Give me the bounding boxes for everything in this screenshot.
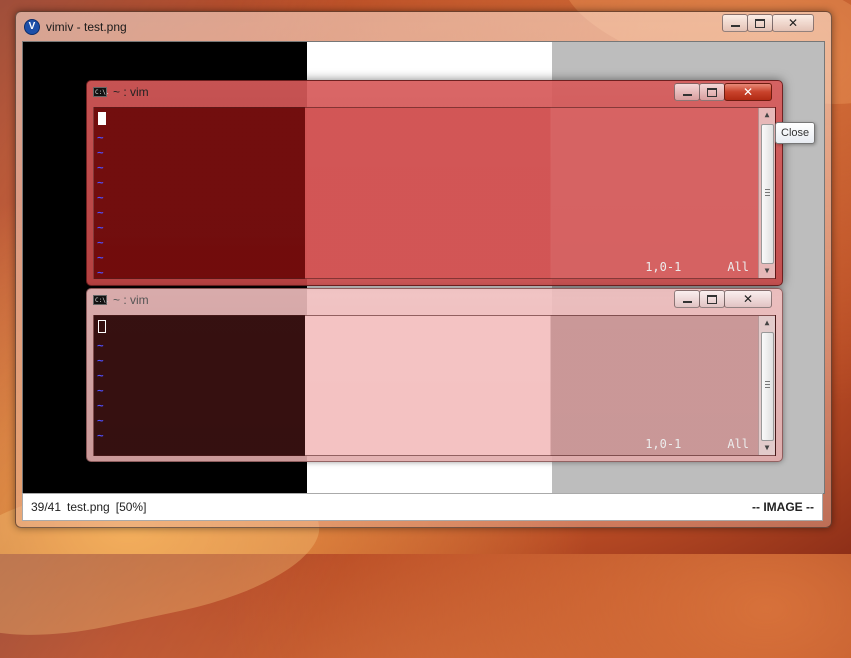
tilde-marker: ~ [97, 369, 104, 382]
cursor-position: 1,0-1 [645, 260, 682, 274]
console-titlebar: C:\. ~ : vim [93, 85, 149, 99]
terminal-area[interactable]: ~ ~ ~ ~ ~ ~ ~ ~ ~ ~ 1,0-1 All ▲ ▼ [93, 107, 776, 279]
maximize-button[interactable] [699, 290, 725, 308]
scroll-up-arrow-icon[interactable]: ▲ [759, 108, 775, 122]
tilde-marker: ~ [97, 176, 104, 189]
maximize-icon [755, 18, 765, 28]
mode-indicator: -- IMAGE -- [752, 500, 814, 514]
terminal-area[interactable]: ~ ~ ~ ~ ~ ~ ~ 1,0-1 All ▲ ▼ [93, 315, 776, 456]
grip-line [765, 192, 770, 193]
tilde-marker: ~ [97, 399, 104, 412]
window-titlebar: V vimiv - test.png [24, 18, 127, 36]
maximize-button[interactable] [747, 14, 773, 32]
close-button[interactable]: ✕ [724, 290, 772, 308]
scroll-up-arrow-icon[interactable]: ▲ [759, 316, 775, 330]
console-window-active: C:\. ~ : vim ✕ ~ ~ ~ ~ ~ ~ ~ ~ ~ ~ 1,0-1… [86, 80, 783, 286]
window-title: vimiv - test.png [46, 20, 127, 34]
tilde-marker: ~ [97, 266, 104, 279]
close-icon: ✕ [787, 16, 799, 30]
grip-line [765, 384, 770, 385]
minimize-button[interactable] [674, 290, 700, 308]
scrollbar-thumb[interactable] [761, 124, 774, 264]
text-cursor [98, 320, 106, 333]
console-titlebar: C:\. ~ : vim [93, 293, 149, 307]
console-window-controls: ✕ [674, 290, 772, 308]
maximize-icon [707, 294, 717, 304]
close-tooltip: Close [775, 122, 816, 144]
close-button[interactable]: ✕ [724, 83, 772, 101]
scroll-down-arrow-icon[interactable]: ▼ [759, 264, 775, 278]
grip-line [765, 381, 770, 382]
cmd-icon: C:\. [93, 295, 110, 305]
vertical-scrollbar[interactable]: ▲ ▼ [758, 108, 775, 278]
close-icon: ✕ [742, 85, 754, 99]
console-window-inactive: C:\. ~ : vim ✕ ~ ~ ~ ~ ~ ~ ~ 1,0-1 All ▲ [86, 288, 783, 462]
minimize-icon [682, 93, 692, 96]
scrollbar-thumb[interactable] [761, 332, 774, 441]
maximize-icon [707, 87, 717, 97]
scroll-indicator: All [727, 437, 749, 451]
vertical-scrollbar[interactable]: ▲ ▼ [758, 316, 775, 455]
tilde-marker: ~ [97, 354, 104, 367]
tilde-marker: ~ [97, 146, 104, 159]
scroll-down-arrow-icon[interactable]: ▼ [759, 441, 775, 455]
vim-ruler: 1,0-1 All [645, 260, 749, 274]
maximize-button[interactable] [699, 83, 725, 101]
zoom-level: [50%] [115, 500, 147, 514]
minimize-icon [682, 300, 692, 303]
tilde-marker: ~ [97, 384, 104, 397]
cursor-position: 1,0-1 [645, 437, 682, 451]
cmd-icon: C:\. [93, 87, 110, 97]
empty-line-markers: ~ ~ ~ ~ ~ ~ ~ ~ ~ ~ [97, 130, 104, 280]
minimize-button[interactable] [722, 14, 748, 32]
tilde-marker: ~ [97, 414, 104, 427]
tilde-marker: ~ [97, 221, 104, 234]
grip-line [765, 195, 770, 196]
image-index: 39/41 [31, 500, 62, 514]
console-title: ~ : vim [113, 293, 149, 307]
close-button[interactable]: ✕ [772, 14, 814, 32]
vim-ruler: 1,0-1 All [645, 437, 749, 451]
statusbar: 39/41 test.png [50%] -- IMAGE -- [22, 493, 823, 521]
console-title: ~ : vim [113, 85, 149, 99]
tilde-marker: ~ [97, 251, 104, 264]
tilde-marker: ~ [97, 131, 104, 144]
minimize-icon [730, 24, 740, 27]
tilde-marker: ~ [97, 236, 104, 249]
text-cursor [98, 112, 106, 125]
empty-line-markers: ~ ~ ~ ~ ~ ~ ~ [97, 338, 104, 443]
image-filename: test.png [67, 500, 110, 514]
tilde-marker: ~ [97, 206, 104, 219]
vimiv-logo-icon: V [24, 19, 40, 35]
scroll-indicator: All [727, 260, 749, 274]
window-controls: ✕ [722, 14, 814, 32]
close-icon: ✕ [742, 292, 754, 306]
grip-line [765, 387, 770, 388]
tilde-marker: ~ [97, 191, 104, 204]
tilde-marker: ~ [97, 161, 104, 174]
minimize-button[interactable] [674, 83, 700, 101]
tilde-marker: ~ [97, 339, 104, 352]
grip-line [765, 189, 770, 190]
console-window-controls: ✕ [674, 83, 772, 101]
tilde-marker: ~ [97, 429, 104, 442]
